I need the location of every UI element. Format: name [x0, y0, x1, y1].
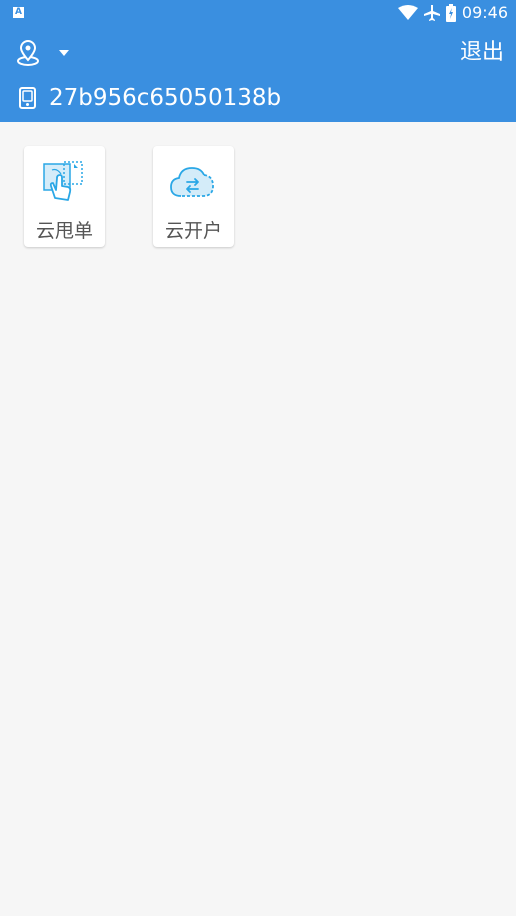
device-id: 27b956c65050138b: [49, 85, 282, 111]
airplane-icon: [423, 5, 440, 21]
wifi-icon: [397, 5, 418, 20]
device-row: 27b956c65050138b: [0, 78, 516, 120]
battery-icon: [445, 4, 456, 22]
logout-button[interactable]: 退出: [460, 38, 504, 68]
notification-badge: A: [13, 7, 24, 18]
location-pin-icon[interactable]: [16, 40, 40, 66]
hand-tap-icon: [43, 161, 83, 201]
app-tile-cloud-order[interactable]: 云甩单: [24, 146, 105, 247]
status-icons: 09:46: [397, 3, 508, 23]
cloud-transfer-icon: [170, 167, 214, 197]
status-bar: A 09:46: [0, 0, 516, 26]
app-tile-cloud-account[interactable]: 云开户: [153, 146, 234, 247]
app-header: A 09:46 退出 27b956c65050138b: [0, 0, 516, 122]
dropdown-arrow-icon[interactable]: [58, 48, 70, 58]
device-icon: [19, 87, 36, 109]
toolbar: 退出: [0, 28, 516, 78]
app-label-cloud-order: 云甩单: [35, 220, 93, 242]
app-label-cloud-account: 云开户: [164, 220, 222, 242]
status-time: 09:46: [461, 3, 508, 22]
